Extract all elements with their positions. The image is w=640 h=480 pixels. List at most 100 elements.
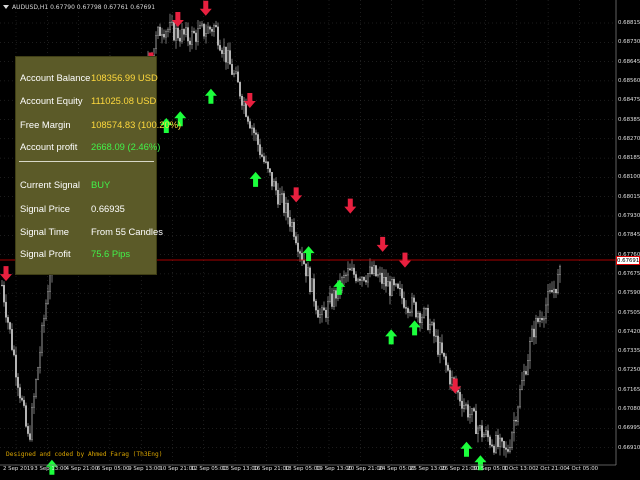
signal-time-value: From 55 Candles: [91, 226, 163, 237]
candle: [383, 269, 385, 291]
candle: [33, 393, 35, 414]
candle: [301, 246, 303, 266]
price-tick-label: 0.68475: [618, 97, 640, 104]
candle: [247, 115, 249, 125]
candle: [507, 444, 509, 454]
time-tick-label: 6 Sep 05:00: [96, 466, 130, 472]
candle: [491, 439, 493, 448]
candle: [363, 276, 365, 282]
candle: [3, 281, 5, 307]
candle: [545, 297, 547, 324]
candle: [549, 283, 551, 294]
price-tick-label: 0.68645: [618, 58, 640, 65]
candle: [493, 444, 495, 455]
candle: [475, 403, 477, 435]
candle: [499, 433, 501, 456]
candle: [529, 336, 531, 369]
candle: [513, 412, 515, 442]
candle: [355, 271, 357, 284]
candle: [423, 306, 425, 319]
candle: [553, 280, 555, 299]
current-signal-value: BUY: [91, 179, 111, 190]
free-margin-row: Free Margin 108574.83 (100.20%): [20, 118, 181, 132]
current-price-tag: 0.67691: [616, 256, 640, 265]
candle: [281, 186, 283, 203]
candle: [267, 160, 269, 173]
candle: [31, 402, 33, 442]
candle: [17, 373, 19, 397]
candle: [535, 314, 537, 345]
symbol-info: AUDUSD,H1 0.67790 0.67798 0.67761 0.6769…: [12, 3, 156, 11]
candle: [481, 420, 483, 442]
candle: [9, 321, 11, 334]
candle: [285, 196, 287, 221]
account-profit-value: 2668.09 (2.46%): [91, 141, 161, 152]
price-tick-label: 0.67080: [618, 406, 640, 412]
signal-price-value: 0.66935: [91, 203, 125, 214]
candle: [197, 20, 199, 46]
candle: [519, 384, 521, 409]
signal-profit-label: Signal Profit: [20, 248, 71, 259]
candle: [463, 398, 465, 413]
candle: [199, 21, 201, 30]
candle: [253, 123, 255, 141]
candle: [419, 311, 421, 332]
candle: [503, 440, 505, 456]
candle: [165, 29, 167, 44]
time-tick-label: 2 Oct 21:00: [535, 466, 567, 472]
buy-arrow-icon: [333, 279, 346, 295]
candle: [555, 288, 557, 299]
candle: [185, 22, 187, 38]
price-tick-label: 0.68815: [618, 20, 640, 26]
candle: [209, 25, 211, 34]
candle: [21, 395, 23, 402]
candle: [37, 366, 39, 381]
time-tick-label: 1 Oct 13:00: [503, 466, 536, 472]
candle: [183, 28, 185, 41]
account-info-panel: Account Balance 108356.99 USD Account Eq…: [15, 56, 181, 275]
candle: [295, 231, 297, 246]
candle: [349, 263, 351, 271]
candle: [461, 394, 463, 417]
candle: [409, 309, 411, 317]
candle: [35, 378, 37, 399]
candle: [343, 270, 345, 286]
candle: [373, 260, 375, 277]
candle: [293, 218, 295, 240]
time-tick-label: 9 Sep 13:00: [128, 466, 161, 472]
price-tick-label: 0.68385: [618, 116, 640, 123]
dropdown-triangle-icon[interactable]: [3, 5, 9, 9]
candle: [495, 431, 497, 455]
candle: [279, 187, 281, 205]
candle: [439, 337, 441, 364]
candle: [321, 305, 323, 323]
candle: [525, 365, 527, 376]
time-tick-label: 3 Sep 13:00: [34, 466, 67, 472]
price-tick-label: 0.68185: [618, 155, 640, 162]
signal-time-label: Signal Time: [20, 226, 69, 237]
candle: [27, 423, 29, 437]
sell-arrow-icon: [344, 198, 357, 214]
account-profit-label: Account profit: [20, 141, 78, 152]
candle: [413, 294, 415, 306]
candle: [489, 434, 491, 449]
candle: [311, 278, 313, 293]
price-tick-label: 0.68560: [618, 77, 640, 84]
candle: [329, 285, 331, 304]
price-tick-label: 0.66995: [618, 425, 640, 432]
candle: [537, 316, 539, 324]
signal-time-row: Signal Time From 55 Candles: [20, 225, 163, 239]
buy-arrow-icon: [385, 329, 398, 345]
candle: [541, 311, 543, 324]
candle: [233, 69, 235, 78]
candle: [407, 306, 409, 319]
candle: [207, 22, 209, 34]
candle: [533, 320, 535, 345]
candle: [379, 266, 381, 283]
candle: [445, 353, 447, 373]
time-tick-label: 2 Sep 2019: [3, 466, 34, 472]
candle: [255, 129, 257, 142]
account-profit-row: Account profit 2668.09 (2.46%): [20, 140, 160, 154]
candle: [447, 362, 449, 372]
candle: [405, 300, 407, 315]
